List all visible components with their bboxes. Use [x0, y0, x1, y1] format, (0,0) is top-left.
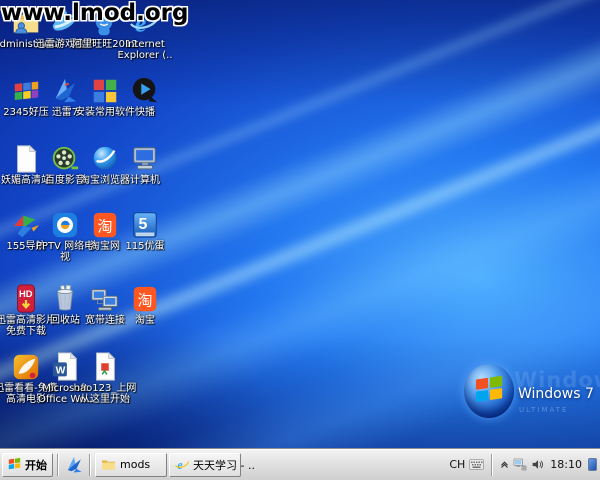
show-desktop-button[interactable]	[588, 458, 597, 471]
taskbar-separator	[89, 454, 91, 476]
ime-indicator[interactable]: CH	[449, 458, 465, 471]
quicklaunch-xunlei[interactable]	[62, 453, 86, 477]
taskbar-button-label: 天天学习 - ..	[193, 457, 255, 473]
desktop-icon-label: 快播	[112, 107, 178, 118]
desktop-icon-label: 淘宝	[112, 315, 178, 326]
hd-movies-download-icon: HD	[11, 284, 41, 314]
xunlei-kankan-icon	[11, 352, 41, 382]
tray-separator	[491, 454, 493, 476]
network-icon[interactable]	[513, 458, 527, 471]
taskbar-button-mods[interactable]: mods	[95, 453, 167, 477]
taskbar-button-tiantian[interactable]: e 天天学习 - ..	[169, 453, 241, 477]
start-button[interactable]: 开始	[2, 453, 53, 477]
desktop-icon-hd-movies[interactable]: HD 迅雷高清影片 免费下载	[6, 284, 46, 337]
taobao-browser-icon	[90, 144, 120, 174]
windows-flag-icon	[8, 458, 21, 471]
desktop-icon-label: Internet Explorer (..	[112, 39, 178, 61]
svg-text:W: W	[56, 366, 66, 377]
desktop-icon-115udown[interactable]: 5 115优蛋	[125, 210, 165, 252]
desktop-icon-label: 计算机	[112, 175, 178, 186]
desktop-icon-taobao[interactable]: 淘 淘宝	[125, 284, 165, 326]
ie-icon: e	[175, 458, 189, 472]
webpage-shortcut-icon	[11, 144, 41, 174]
svg-text:5: 5	[138, 216, 147, 233]
windows7-brand-text: Windows 7	[518, 386, 594, 402]
windows-orb-icon	[464, 364, 514, 418]
115-udown-icon: 5	[130, 210, 160, 240]
taskbar-button-label: mods	[120, 458, 150, 471]
folder-icon	[101, 458, 116, 471]
svg-text:e: e	[177, 458, 183, 472]
xunlei-bird-icon	[64, 455, 84, 475]
taobao-icon: 淘	[130, 284, 160, 314]
word-icon: W	[50, 352, 80, 382]
volume-icon[interactable]	[531, 458, 544, 471]
taskbar: 开始 mods e 天天学习 - ..	[0, 448, 600, 480]
desktop-icon-computer[interactable]: 计算机	[125, 144, 165, 186]
desktop-icon-pptv[interactable]: PPTV 网络电 视	[45, 210, 85, 263]
desktop-icon-qvod[interactable]: 快播	[125, 76, 165, 118]
taobao-icon: 淘	[90, 210, 120, 240]
computer-icon	[130, 144, 160, 174]
broadband-connection-icon	[90, 284, 120, 314]
clock[interactable]: 18:10	[550, 458, 582, 471]
watermark-text: www.lmod.org	[1, 0, 188, 26]
svg-text:HD: HD	[19, 289, 33, 299]
desktop-icon-label: hao123_上网 从这里开始	[72, 383, 138, 405]
qvod-icon	[130, 76, 160, 106]
system-tray: CH	[449, 449, 600, 480]
desktop-icon-label: 115优蛋	[112, 241, 178, 252]
hidden-icons-chevron[interactable]	[500, 460, 509, 469]
baidu-player-icon	[50, 144, 80, 174]
install-software-icon	[90, 76, 120, 106]
taskbar-separator	[57, 454, 59, 476]
hao123-icon	[90, 352, 120, 382]
xunlei7-icon	[50, 76, 80, 106]
pptv-icon	[50, 210, 80, 240]
windows7-brand-subtext: ULTIMATE	[519, 406, 568, 414]
2345-haoya-icon	[11, 76, 41, 106]
155-nav-icon	[11, 210, 41, 240]
recycle-bin-icon	[50, 284, 80, 314]
svg-text:淘: 淘	[98, 219, 113, 236]
start-label: 开始	[25, 457, 47, 473]
keyboard-icon[interactable]	[469, 459, 484, 470]
svg-text:淘: 淘	[138, 293, 153, 310]
desktop: Windows 7 Windows 7 ULTIMATE www.lmod.or…	[0, 0, 600, 480]
windows7-wallpaper-brand: Windows 7 Windows 7 ULTIMATE	[462, 362, 597, 432]
desktop-icon-hao123[interactable]: hao123_上网 从这里开始	[85, 352, 125, 405]
